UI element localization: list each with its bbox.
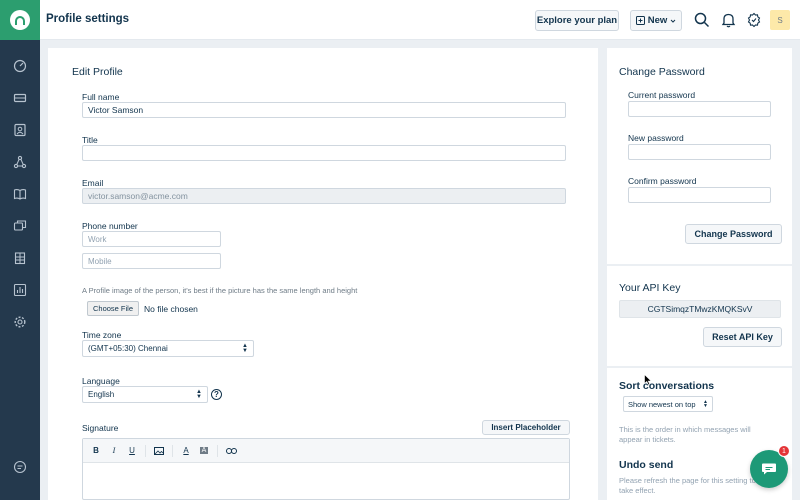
image-icon[interactable] bbox=[152, 444, 166, 458]
reset-api-key-button[interactable]: Reset API Key bbox=[703, 327, 782, 347]
updown-icon: ▲ ▼ bbox=[242, 342, 248, 354]
sidebar-item-admin[interactable] bbox=[0, 242, 40, 274]
timezone-label: Time zone bbox=[82, 330, 122, 340]
sidebar-item-reports[interactable] bbox=[0, 274, 40, 306]
new-password-field[interactable] bbox=[628, 144, 771, 160]
new-button[interactable]: New bbox=[630, 10, 682, 31]
book-icon bbox=[13, 189, 27, 200]
help-icon[interactable]: ? bbox=[211, 389, 222, 400]
sidebar-item-dashboard[interactable] bbox=[0, 50, 40, 82]
sidebar-item-contacts[interactable] bbox=[0, 114, 40, 146]
new-password-label: New password bbox=[628, 133, 684, 143]
top-header: Profile settings Explore your plan New S bbox=[40, 0, 800, 40]
timezone-value: (GMT+05:30) Chennai bbox=[88, 344, 168, 353]
email-field: victor.samson@acme.com bbox=[82, 188, 566, 204]
chat-bubble-icon bbox=[762, 463, 776, 475]
mouse-cursor-icon bbox=[644, 374, 652, 386]
title-label: Title bbox=[82, 135, 98, 145]
reports-icon bbox=[13, 283, 27, 297]
edit-profile-title: Edit Profile bbox=[72, 66, 123, 78]
dashboard-icon bbox=[13, 59, 27, 73]
undo-send-title: Undo send bbox=[619, 459, 674, 471]
contacts-icon bbox=[14, 123, 26, 137]
toolbar-divider bbox=[145, 444, 146, 457]
timezone-select[interactable]: (GMT+05:30) Chennai ▲ ▼ bbox=[82, 340, 254, 357]
headset-icon bbox=[10, 10, 30, 30]
edit-profile-panel: Edit Profile Full name Victor Samson Tit… bbox=[48, 48, 598, 500]
change-password-title: Change Password bbox=[619, 66, 705, 78]
forum-icon bbox=[13, 220, 27, 231]
font-color-icon[interactable]: A bbox=[179, 444, 193, 458]
sidebar-item-forums[interactable] bbox=[0, 210, 40, 242]
language-label: Language bbox=[82, 376, 120, 386]
current-password-label: Current password bbox=[628, 90, 696, 100]
link-icon[interactable] bbox=[224, 444, 238, 458]
network-icon bbox=[13, 155, 27, 169]
bold-icon[interactable]: B bbox=[89, 444, 103, 458]
sidebar-nav bbox=[0, 50, 40, 338]
ticket-icon bbox=[13, 93, 27, 103]
sidebar-item-solutions[interactable] bbox=[0, 178, 40, 210]
full-name-field[interactable]: Victor Samson bbox=[82, 102, 566, 118]
bell-icon bbox=[721, 13, 735, 28]
sort-hint: This is the order in which messages will… bbox=[619, 425, 751, 444]
api-key-title: Your API Key bbox=[619, 282, 681, 294]
language-value: English bbox=[88, 390, 115, 399]
search-button[interactable] bbox=[693, 11, 711, 29]
toolbar-divider bbox=[172, 444, 173, 457]
toolbar-divider bbox=[217, 444, 218, 457]
confirm-password-label: Confirm password bbox=[628, 176, 697, 186]
apps-button[interactable] bbox=[745, 11, 763, 29]
chevron-down-icon bbox=[670, 19, 676, 23]
signature-label: Signature bbox=[82, 423, 119, 433]
sort-conversations-title: Sort conversations bbox=[619, 380, 715, 392]
sort-order-select[interactable]: Show newest on top ▲ ▼ bbox=[623, 396, 713, 412]
app-logo[interactable] bbox=[0, 0, 40, 40]
phone-label: Phone number bbox=[82, 221, 138, 231]
avatar[interactable]: S bbox=[770, 10, 790, 30]
sidebar bbox=[0, 0, 40, 500]
sidebar-item-groups[interactable] bbox=[0, 146, 40, 178]
editor-toolbar: B I U A A bbox=[83, 439, 569, 463]
underline-icon[interactable]: U bbox=[125, 444, 139, 458]
background-color-icon[interactable]: A bbox=[197, 444, 211, 458]
current-password-field[interactable] bbox=[628, 101, 771, 117]
message-icon bbox=[13, 460, 27, 474]
change-password-button[interactable]: Change Password bbox=[685, 224, 782, 244]
email-label: Email bbox=[82, 178, 104, 188]
plus-square-icon bbox=[635, 16, 645, 25]
mobile-phone-field[interactable]: Mobile bbox=[82, 253, 221, 269]
page-title: Profile settings bbox=[46, 13, 130, 25]
explore-plan-button[interactable]: Explore your plan bbox=[535, 10, 619, 31]
language-select[interactable]: English ▲ ▼ bbox=[82, 386, 208, 403]
work-phone-field[interactable]: Work bbox=[82, 231, 221, 247]
apps-icon bbox=[747, 12, 761, 28]
change-password-panel: Change Password Current password New pas… bbox=[607, 48, 792, 264]
api-key-value: CGTSimqzTMwzKMQKSvV bbox=[619, 300, 781, 318]
gear-icon bbox=[14, 316, 26, 328]
file-chooser: Choose File No file chosen bbox=[87, 301, 198, 316]
italic-icon[interactable]: I bbox=[107, 444, 121, 458]
notifications-button[interactable] bbox=[719, 11, 737, 29]
updown-icon: ▲ ▼ bbox=[196, 388, 202, 400]
no-file-text: No file chosen bbox=[144, 303, 198, 314]
title-field[interactable] bbox=[82, 145, 566, 161]
full-name-label: Full name bbox=[82, 92, 120, 102]
profile-image-hint: A Profile image of the person, it's best… bbox=[82, 286, 358, 295]
chat-unread-badge: 1 bbox=[778, 445, 790, 457]
sidebar-item-settings[interactable] bbox=[0, 306, 40, 338]
updown-icon: ▲ ▼ bbox=[703, 399, 708, 409]
confirm-password-field[interactable] bbox=[628, 187, 771, 203]
api-key-panel: Your API Key CGTSimqzTMwzKMQKSvV Reset A… bbox=[607, 266, 792, 366]
signature-editor[interactable]: B I U A A bbox=[82, 438, 570, 500]
new-button-label: New bbox=[647, 15, 668, 26]
building-icon bbox=[14, 252, 26, 265]
undo-send-hint: Please refresh the page for this setting… bbox=[619, 476, 756, 495]
sidebar-item-chat-toggle[interactable] bbox=[0, 455, 40, 479]
insert-placeholder-button[interactable]: Insert Placeholder bbox=[482, 420, 570, 435]
sidebar-item-tickets[interactable] bbox=[0, 82, 40, 114]
search-icon bbox=[694, 12, 710, 28]
choose-file-button[interactable]: Choose File bbox=[87, 301, 140, 316]
sort-order-value: Show newest on top bbox=[628, 399, 696, 409]
